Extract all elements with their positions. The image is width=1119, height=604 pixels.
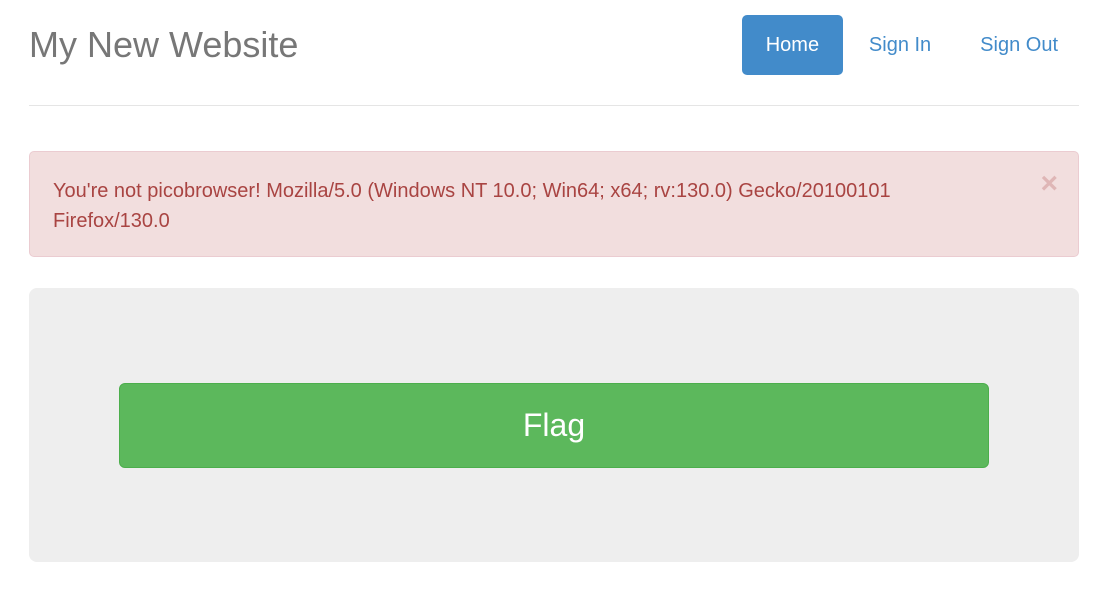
- page: My New Website Home Sign In Sign Out You…: [0, 0, 1119, 604]
- header: My New Website Home Sign In Sign Out: [29, 0, 1079, 106]
- alert-message: You're not picobrowser! Mozilla/5.0 (Win…: [53, 180, 891, 232]
- jumbotron: Flag: [29, 288, 1079, 562]
- close-icon[interactable]: ×: [1040, 169, 1058, 199]
- nav-bar: Home Sign In Sign Out: [741, 15, 1079, 75]
- site-title: My New Website: [29, 24, 299, 65]
- nav-home-link[interactable]: Home: [741, 15, 843, 75]
- error-alert: You're not picobrowser! Mozilla/5.0 (Win…: [29, 151, 1079, 257]
- nav-sign-out-link[interactable]: Sign Out: [952, 15, 1079, 75]
- flag-button[interactable]: Flag: [119, 383, 989, 468]
- nav-sign-in-link[interactable]: Sign In: [848, 15, 952, 75]
